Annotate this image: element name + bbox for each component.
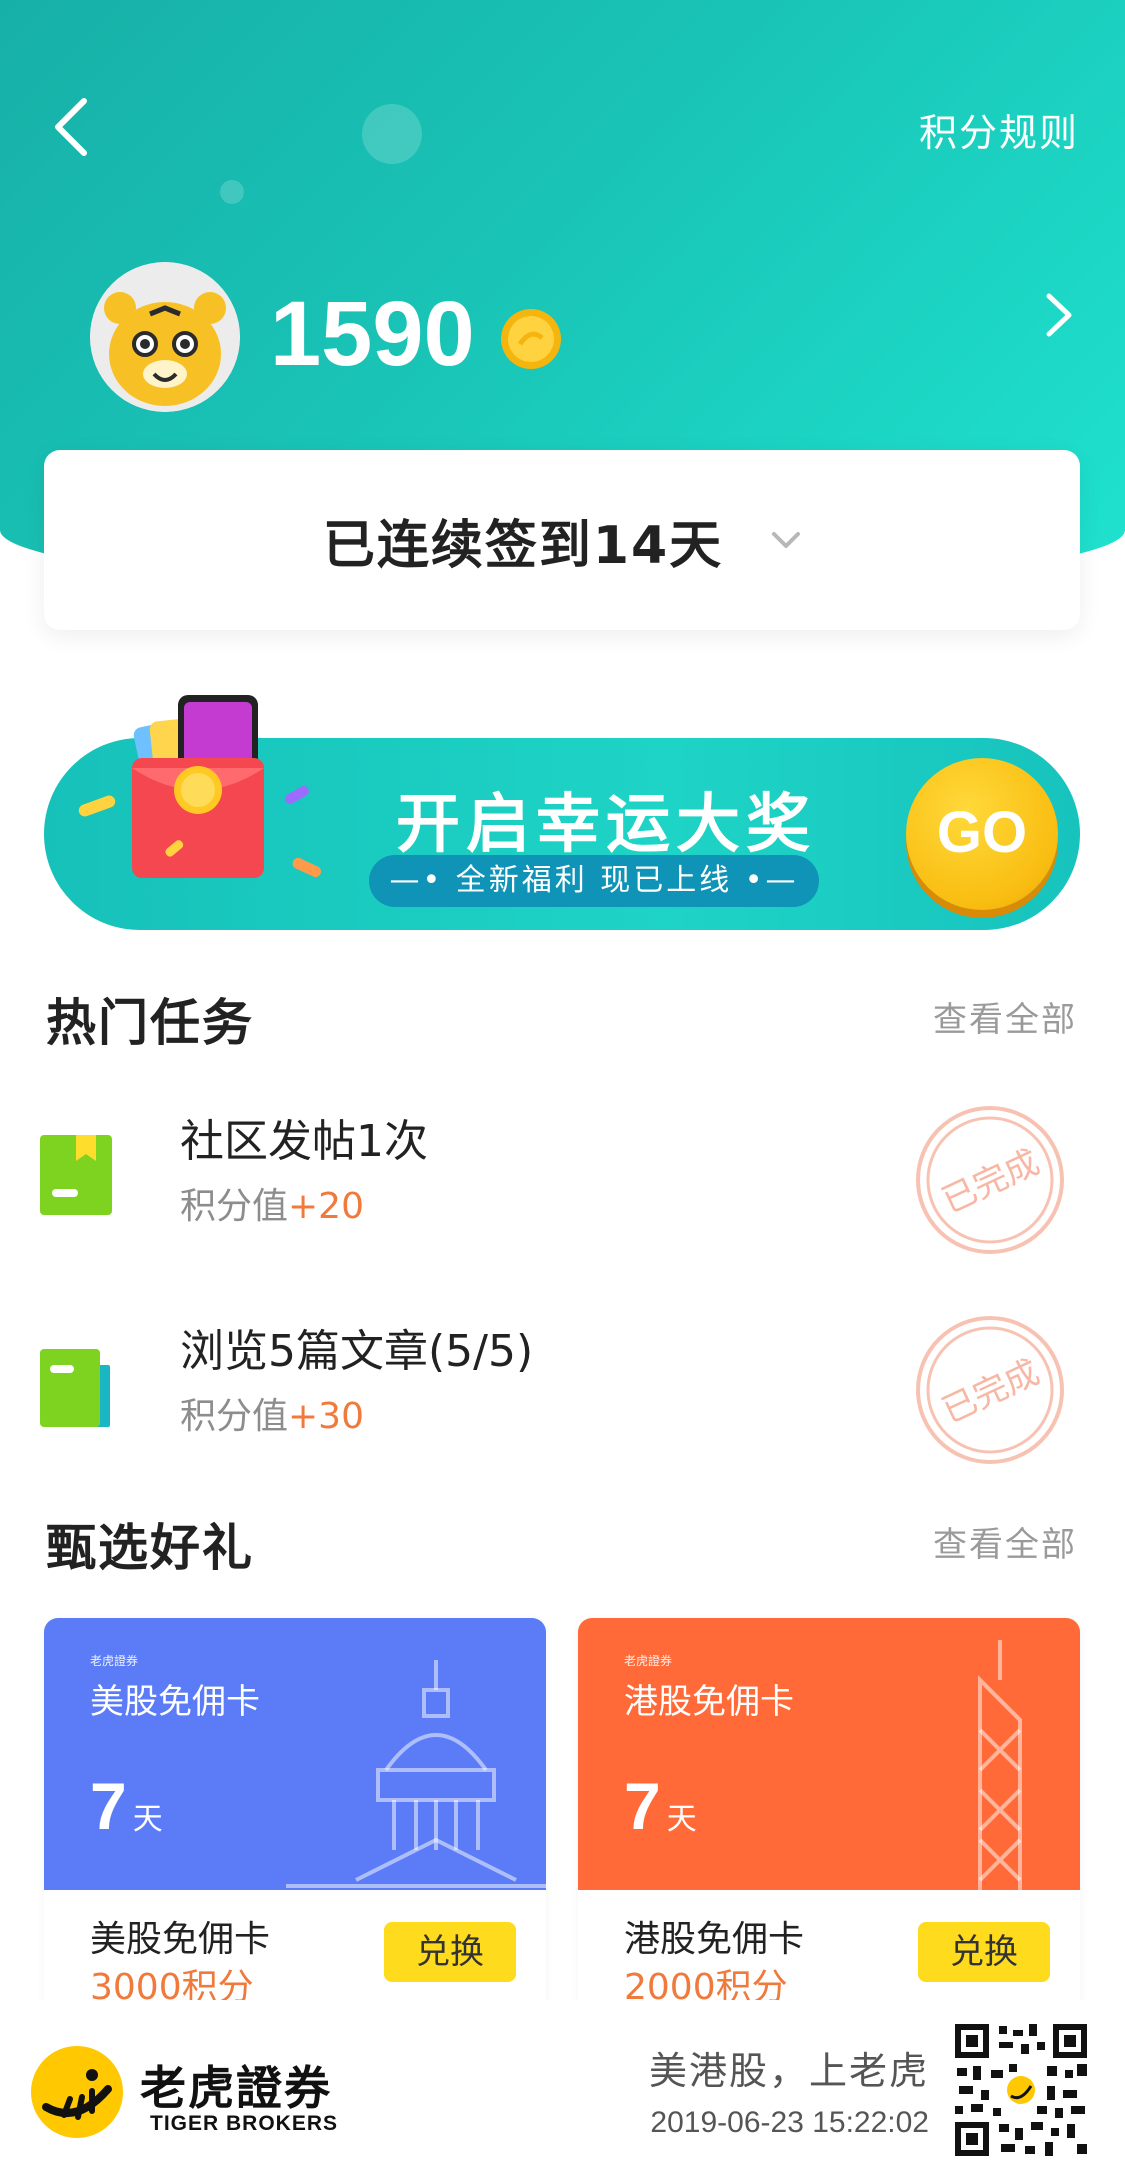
points-balance: 1590 [270,283,475,385]
capitol-building-icon [286,1660,546,1888]
task-points: 积分值+30 [180,1387,364,1439]
qr-code-icon [951,2020,1091,2160]
gift-name: 美股免佣卡 [90,1919,271,1960]
completed-stamp-icon: 已完成 [916,1106,1064,1254]
redeem-button[interactable]: 兑换 [918,1922,1050,1982]
task-points-label: 积分值 [180,1186,289,1227]
share-footer: 老虎證券 TIGER BROKERS 美港股，上老虎 2019-06-23 15… [0,2000,1125,2181]
task-points-label: 积分值 [180,1396,289,1437]
task-points-value: +30 [288,1396,364,1437]
gift-days-value: 7 [90,1769,127,1843]
hot-tasks-title: 热门任务 [46,994,254,1052]
chevron-left-icon [55,98,87,156]
chevron-right-icon [1046,293,1072,337]
tower-building-icon [978,1640,1022,1890]
footer-timestamp: 2019-06-23 15:22:02 [650,2106,929,2139]
gift-card-title: 美股免佣卡 [90,1682,260,1722]
go-button[interactable]: GO [906,758,1058,910]
task-item[interactable]: 社区发帖1次 积分值+20 已完成 [0,1095,1125,1255]
hot-tasks-view-all-link[interactable]: 查看全部 [933,992,1077,1041]
task-points: 积分值+20 [180,1177,364,1229]
tiger-avatar-icon [90,262,240,412]
gift-days-unit: 天 [666,1803,697,1836]
gift-card-days: 7天 [624,1768,697,1844]
redeem-button[interactable]: 兑换 [384,1922,516,1982]
decor-bubble [220,180,244,204]
gift-days-value: 7 [624,1769,661,1843]
profile-detail-button[interactable] [1039,290,1079,340]
signin-streak-card[interactable]: 已连续签到14天 [44,450,1080,630]
brand-name-en: TIGER BROKERS [150,2112,339,2135]
avatar[interactable] [90,262,240,412]
gift-card-banner: 老虎證券 美股免佣卡 7天 [44,1618,546,1890]
gifts-title: 甄选好礼 [46,1519,254,1577]
completed-stamp-text: 已完成 [936,1142,1045,1221]
gift-days-unit: 天 [132,1803,163,1836]
gifts-view-all-link[interactable]: 查看全部 [933,1517,1077,1566]
points-rules-link[interactable]: 积分规则 [919,102,1079,157]
gift-name: 港股免佣卡 [624,1919,805,1960]
bookmark-book-icon [40,1135,112,1215]
gift-card-info: 港股免佣卡 2000积分 兑换 [578,1890,1080,2018]
gift-card-brand: 老虎證券 [624,1654,673,1668]
back-button[interactable] [48,95,98,160]
coin-icon [501,309,561,369]
footer-slogan: 美港股，上老虎 [648,2049,929,2093]
banner-subtitle: —• 全新福利 现已上线 •— [369,855,819,907]
gift-card-us[interactable]: 老虎證券 美股免佣卡 7天 美股免佣卡 3000积分 兑换 [44,1618,546,2018]
brand-name-cn: 老虎證券 [140,2061,332,2115]
gift-card-title: 港股免佣卡 [624,1682,794,1722]
task-item[interactable]: 浏览5篇文章(5/5) 积分值+30 已完成 [0,1305,1125,1465]
gift-card-hk[interactable]: 老虎證券 港股免佣卡 7天 港股免佣卡 2000积分 兑换 [578,1618,1080,2018]
gift-card-banner: 老虎證券 港股免佣卡 7天 [578,1618,1080,1890]
task-points-value: +20 [288,1186,364,1227]
gift-card-info: 美股免佣卡 3000积分 兑换 [44,1890,546,2018]
task-title: 社区发帖1次 [180,1116,428,1167]
completed-stamp-text: 已完成 [936,1352,1045,1431]
completed-stamp-icon: 已完成 [916,1316,1064,1464]
book-stack-icon [40,1349,110,1427]
tiger-brokers-logo-icon [31,2046,123,2138]
gift-card-brand: 老虎證券 [90,1654,139,1668]
red-packet-phone-icon [78,695,322,878]
task-title: 浏览5篇文章(5/5) [180,1326,534,1377]
gift-card-days: 7天 [90,1768,163,1844]
banner-title: 开启幸运大奖 [396,788,816,862]
chevron-down-icon [772,532,801,548]
signin-streak-label: 已连续签到14天 [322,515,724,576]
decor-bubble [362,104,422,164]
